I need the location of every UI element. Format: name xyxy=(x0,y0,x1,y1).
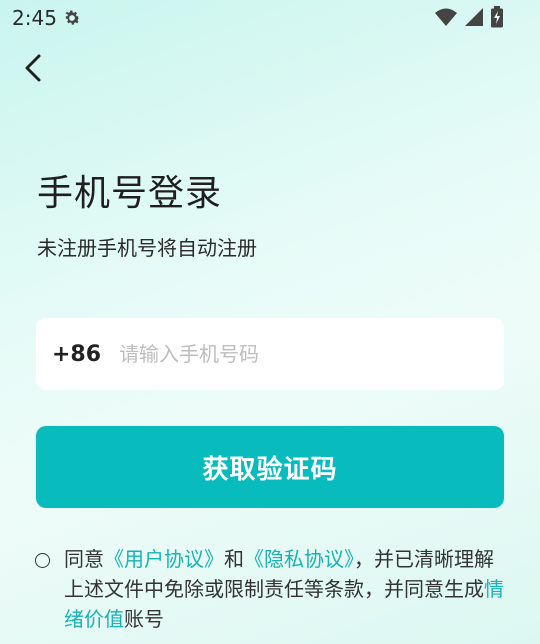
status-time: 2:45 xyxy=(12,6,57,30)
country-code[interactable]: +86 xyxy=(52,342,101,367)
get-code-button[interactable]: 获取验证码 xyxy=(36,426,504,508)
gear-icon xyxy=(65,10,80,25)
agreement-radio[interactable] xyxy=(35,553,50,568)
agreement-text: 同意《用户协议》和《隐私协议》，并已清晰理解上述文件中免除或限制责任等条款，并同… xyxy=(64,544,509,634)
phone-field: +86 xyxy=(36,318,504,390)
user-agreement-link[interactable]: 《用户协议》 xyxy=(104,547,224,571)
page-title: 手机号登录 xyxy=(37,173,223,214)
page-subtitle: 未注册手机号将自动注册 xyxy=(37,236,257,260)
agreement-and: 和 xyxy=(224,547,244,571)
battery-icon xyxy=(491,6,503,28)
phone-input[interactable] xyxy=(117,341,504,367)
wifi-icon xyxy=(435,8,457,26)
privacy-agreement-link[interactable]: 《隐私协议》 xyxy=(244,547,354,571)
system-icons xyxy=(434,6,504,28)
signal-icon xyxy=(465,8,483,26)
back-chevron-icon[interactable] xyxy=(20,52,48,84)
agreement-suffix: 账号 xyxy=(124,607,164,631)
status-bar: 2:45 xyxy=(0,0,540,36)
agreement-agree: 同意 xyxy=(64,547,104,571)
